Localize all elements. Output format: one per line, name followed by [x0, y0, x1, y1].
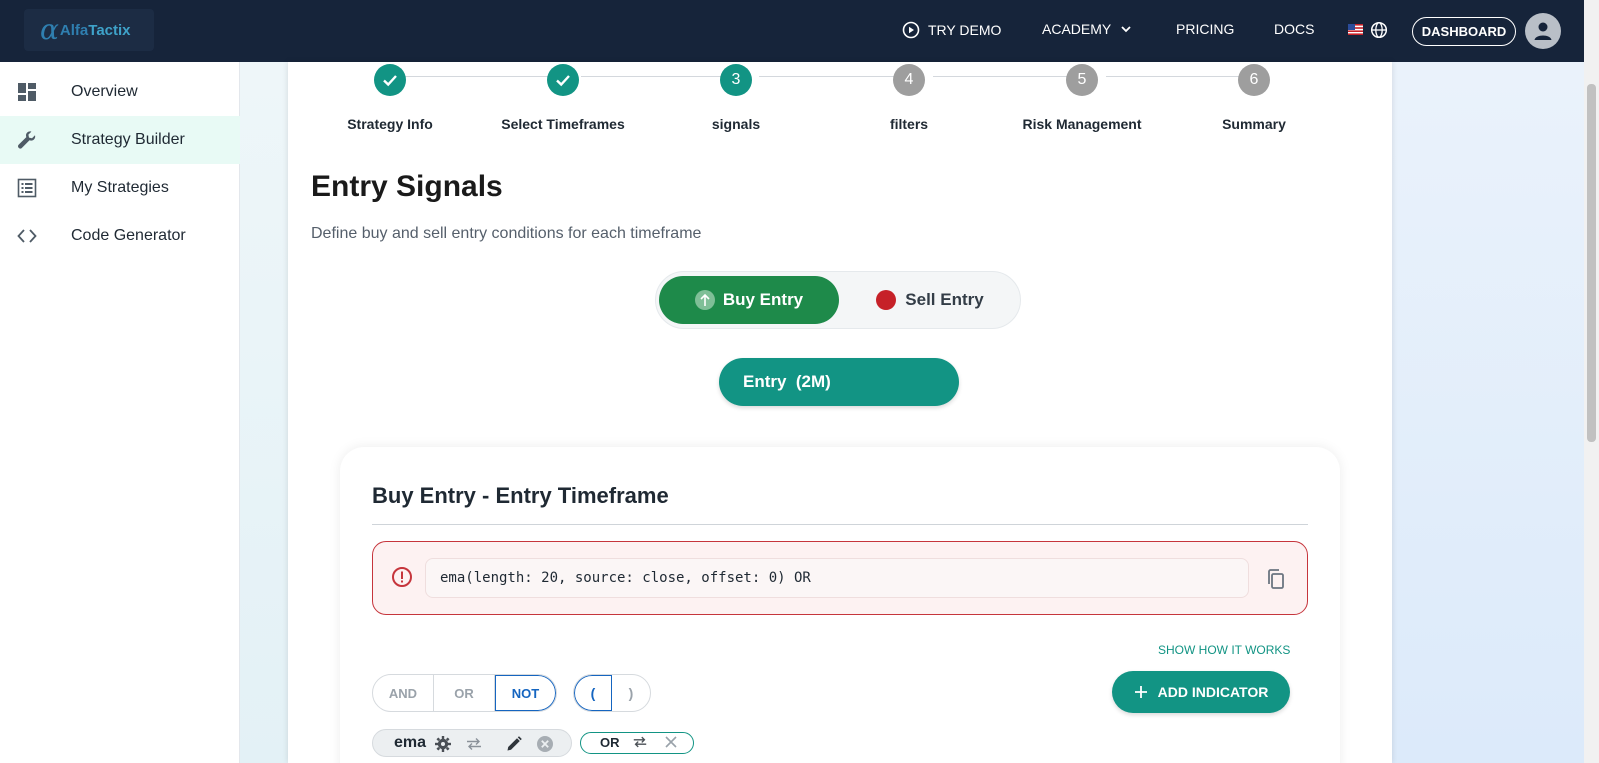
pricing-link[interactable]: PRICING — [1176, 21, 1234, 37]
academy-label: ACADEMY — [1042, 21, 1112, 37]
try-demo-link[interactable]: TRY DEMO — [902, 21, 1001, 39]
section-title: Buy Entry - Entry Timeframe — [372, 483, 669, 508]
step-connector — [759, 76, 901, 77]
play-circle-icon — [902, 21, 920, 39]
ema-indicator-chip[interactable]: ema — [372, 729, 572, 757]
globe-icon[interactable] — [1370, 21, 1388, 39]
remove-circle-icon[interactable] — [536, 735, 554, 753]
swap-icon[interactable] — [465, 735, 483, 753]
us-flag-icon[interactable] — [1348, 24, 1363, 35]
arrow-up-icon — [694, 290, 715, 310]
step-1-label: Strategy Info — [347, 116, 433, 132]
sidebar: Overview Strategy Builder My Strategies … — [0, 62, 240, 763]
show-how-it-works-link[interactable]: SHOW HOW IT WORKS — [1158, 643, 1290, 657]
step-2-label: Select Timeframes — [501, 116, 625, 132]
list-icon — [17, 178, 37, 198]
step-connector — [581, 76, 727, 77]
expression-error-box: ema(length: 20, source: close, offset: 0… — [372, 541, 1308, 615]
and-button[interactable]: AND — [373, 675, 434, 711]
user-icon — [1534, 22, 1552, 40]
sidebar-item-code-generator[interactable]: Code Generator — [0, 212, 240, 260]
add-indicator-button[interactable]: ADD INDICATOR — [1112, 671, 1290, 713]
sidebar-item-strategy-builder[interactable]: Strategy Builder — [0, 116, 240, 164]
sidebar-item-label: Code Generator — [71, 227, 186, 244]
sidebar-item-label: Strategy Builder — [71, 131, 185, 148]
dashboard-icon — [18, 83, 36, 101]
step-connector — [933, 76, 1074, 77]
sidebar-item-overview[interactable]: Overview — [0, 68, 240, 116]
entry-type-toggle: Buy Entry Sell Entry — [655, 271, 1021, 329]
not-button[interactable]: NOT — [495, 675, 556, 711]
step-1-circle[interactable] — [374, 64, 406, 96]
gear-icon[interactable] — [434, 735, 452, 753]
academy-menu[interactable]: ACADEMY — [1042, 21, 1133, 37]
buy-entry-section: Buy Entry - Entry Timeframe ema(length: … — [340, 447, 1340, 763]
scrollbar-thumb[interactable] — [1587, 84, 1596, 442]
check-icon — [556, 75, 570, 87]
close-icon[interactable] — [664, 735, 678, 749]
step-3-label: signals — [711, 116, 761, 132]
docs-label: DOCS — [1274, 21, 1315, 37]
or-button[interactable]: OR — [434, 675, 495, 711]
step-3-circle[interactable]: 3 — [720, 64, 752, 96]
strategy-builder-card: 3 4 5 6 Strategy Info Select Timeframes … — [288, 62, 1392, 763]
step-4-circle[interactable]: 4 — [893, 64, 925, 96]
or-chip-label: OR — [600, 735, 620, 750]
buy-entry-tab[interactable]: Buy Entry — [659, 276, 839, 324]
pricing-label: PRICING — [1176, 21, 1235, 37]
expression-field[interactable]: ema(length: 20, source: close, offset: 0… — [425, 558, 1249, 598]
ema-chip-label: ema — [394, 734, 427, 751]
swap-icon[interactable] — [632, 734, 648, 750]
user-avatar[interactable] — [1525, 13, 1561, 49]
code-icon — [17, 229, 37, 243]
copy-icon[interactable] — [1265, 568, 1287, 590]
check-icon — [383, 75, 397, 87]
logo-text: AlfaTactix — [60, 22, 131, 39]
page-scrollbar[interactable] — [1584, 0, 1599, 763]
step-connector — [1106, 76, 1248, 77]
logo-alpha: α — [40, 13, 59, 46]
wrench-icon — [18, 131, 36, 149]
page-subtitle: Define buy and sell entry conditions for… — [311, 225, 702, 242]
section-divider — [372, 524, 1308, 525]
or-operator-chip[interactable]: OR — [580, 732, 694, 754]
buy-entry-label: Buy Entry — [722, 290, 804, 309]
background-right — [1392, 62, 1584, 763]
step-5-label: Risk Management — [1022, 116, 1142, 132]
logo-text-alfa: Alfa — [59, 21, 89, 39]
step-6-circle[interactable]: 6 — [1238, 64, 1270, 96]
step-4-label: filters — [889, 116, 929, 132]
open-paren-button[interactable]: ( — [574, 675, 612, 711]
sell-dot-icon — [876, 290, 897, 310]
sidebar-item-label: Overview — [71, 83, 138, 100]
sidebar-item-my-strategies[interactable]: My Strategies — [0, 164, 240, 212]
parenthesis-group: ( ) — [573, 674, 651, 712]
add-indicator-label: ADD INDICATOR — [1157, 684, 1269, 700]
logo-text-tactix: Tactix — [88, 21, 131, 39]
sell-entry-tab[interactable]: Sell Entry — [844, 276, 1016, 324]
edit-pencil-icon[interactable] — [505, 735, 523, 753]
error-icon — [392, 567, 412, 587]
plus-icon — [1134, 686, 1147, 698]
step-connector — [391, 76, 549, 77]
try-demo-label: TRY DEMO — [928, 22, 1002, 38]
step-2-circle[interactable] — [547, 64, 579, 96]
sidebar-item-label: My Strategies — [71, 179, 169, 196]
alfatactix-logo[interactable]: α AlfaTactix — [24, 9, 154, 51]
page-title: Entry Signals — [311, 170, 503, 203]
entry-timeframe-button[interactable]: Entry (2M) — [719, 358, 959, 406]
step-5-circle[interactable]: 5 — [1066, 64, 1098, 96]
docs-link[interactable]: DOCS — [1274, 21, 1314, 37]
sell-entry-label: Sell Entry — [905, 290, 984, 309]
chevron-down-icon — [1121, 26, 1131, 33]
stepper: 3 4 5 6 Strategy Info Select Timeframes … — [288, 62, 1392, 142]
logic-operator-group: AND OR NOT — [372, 674, 557, 712]
background-left — [240, 62, 288, 763]
dashboard-button[interactable]: DASHBOARD — [1412, 17, 1516, 46]
close-paren-button[interactable]: ) — [612, 675, 650, 711]
step-6-label: Summary — [1222, 116, 1286, 132]
top-navigation-bar: α AlfaTactix TRY DEMO ACADEMY PRICING DO… — [0, 0, 1584, 62]
